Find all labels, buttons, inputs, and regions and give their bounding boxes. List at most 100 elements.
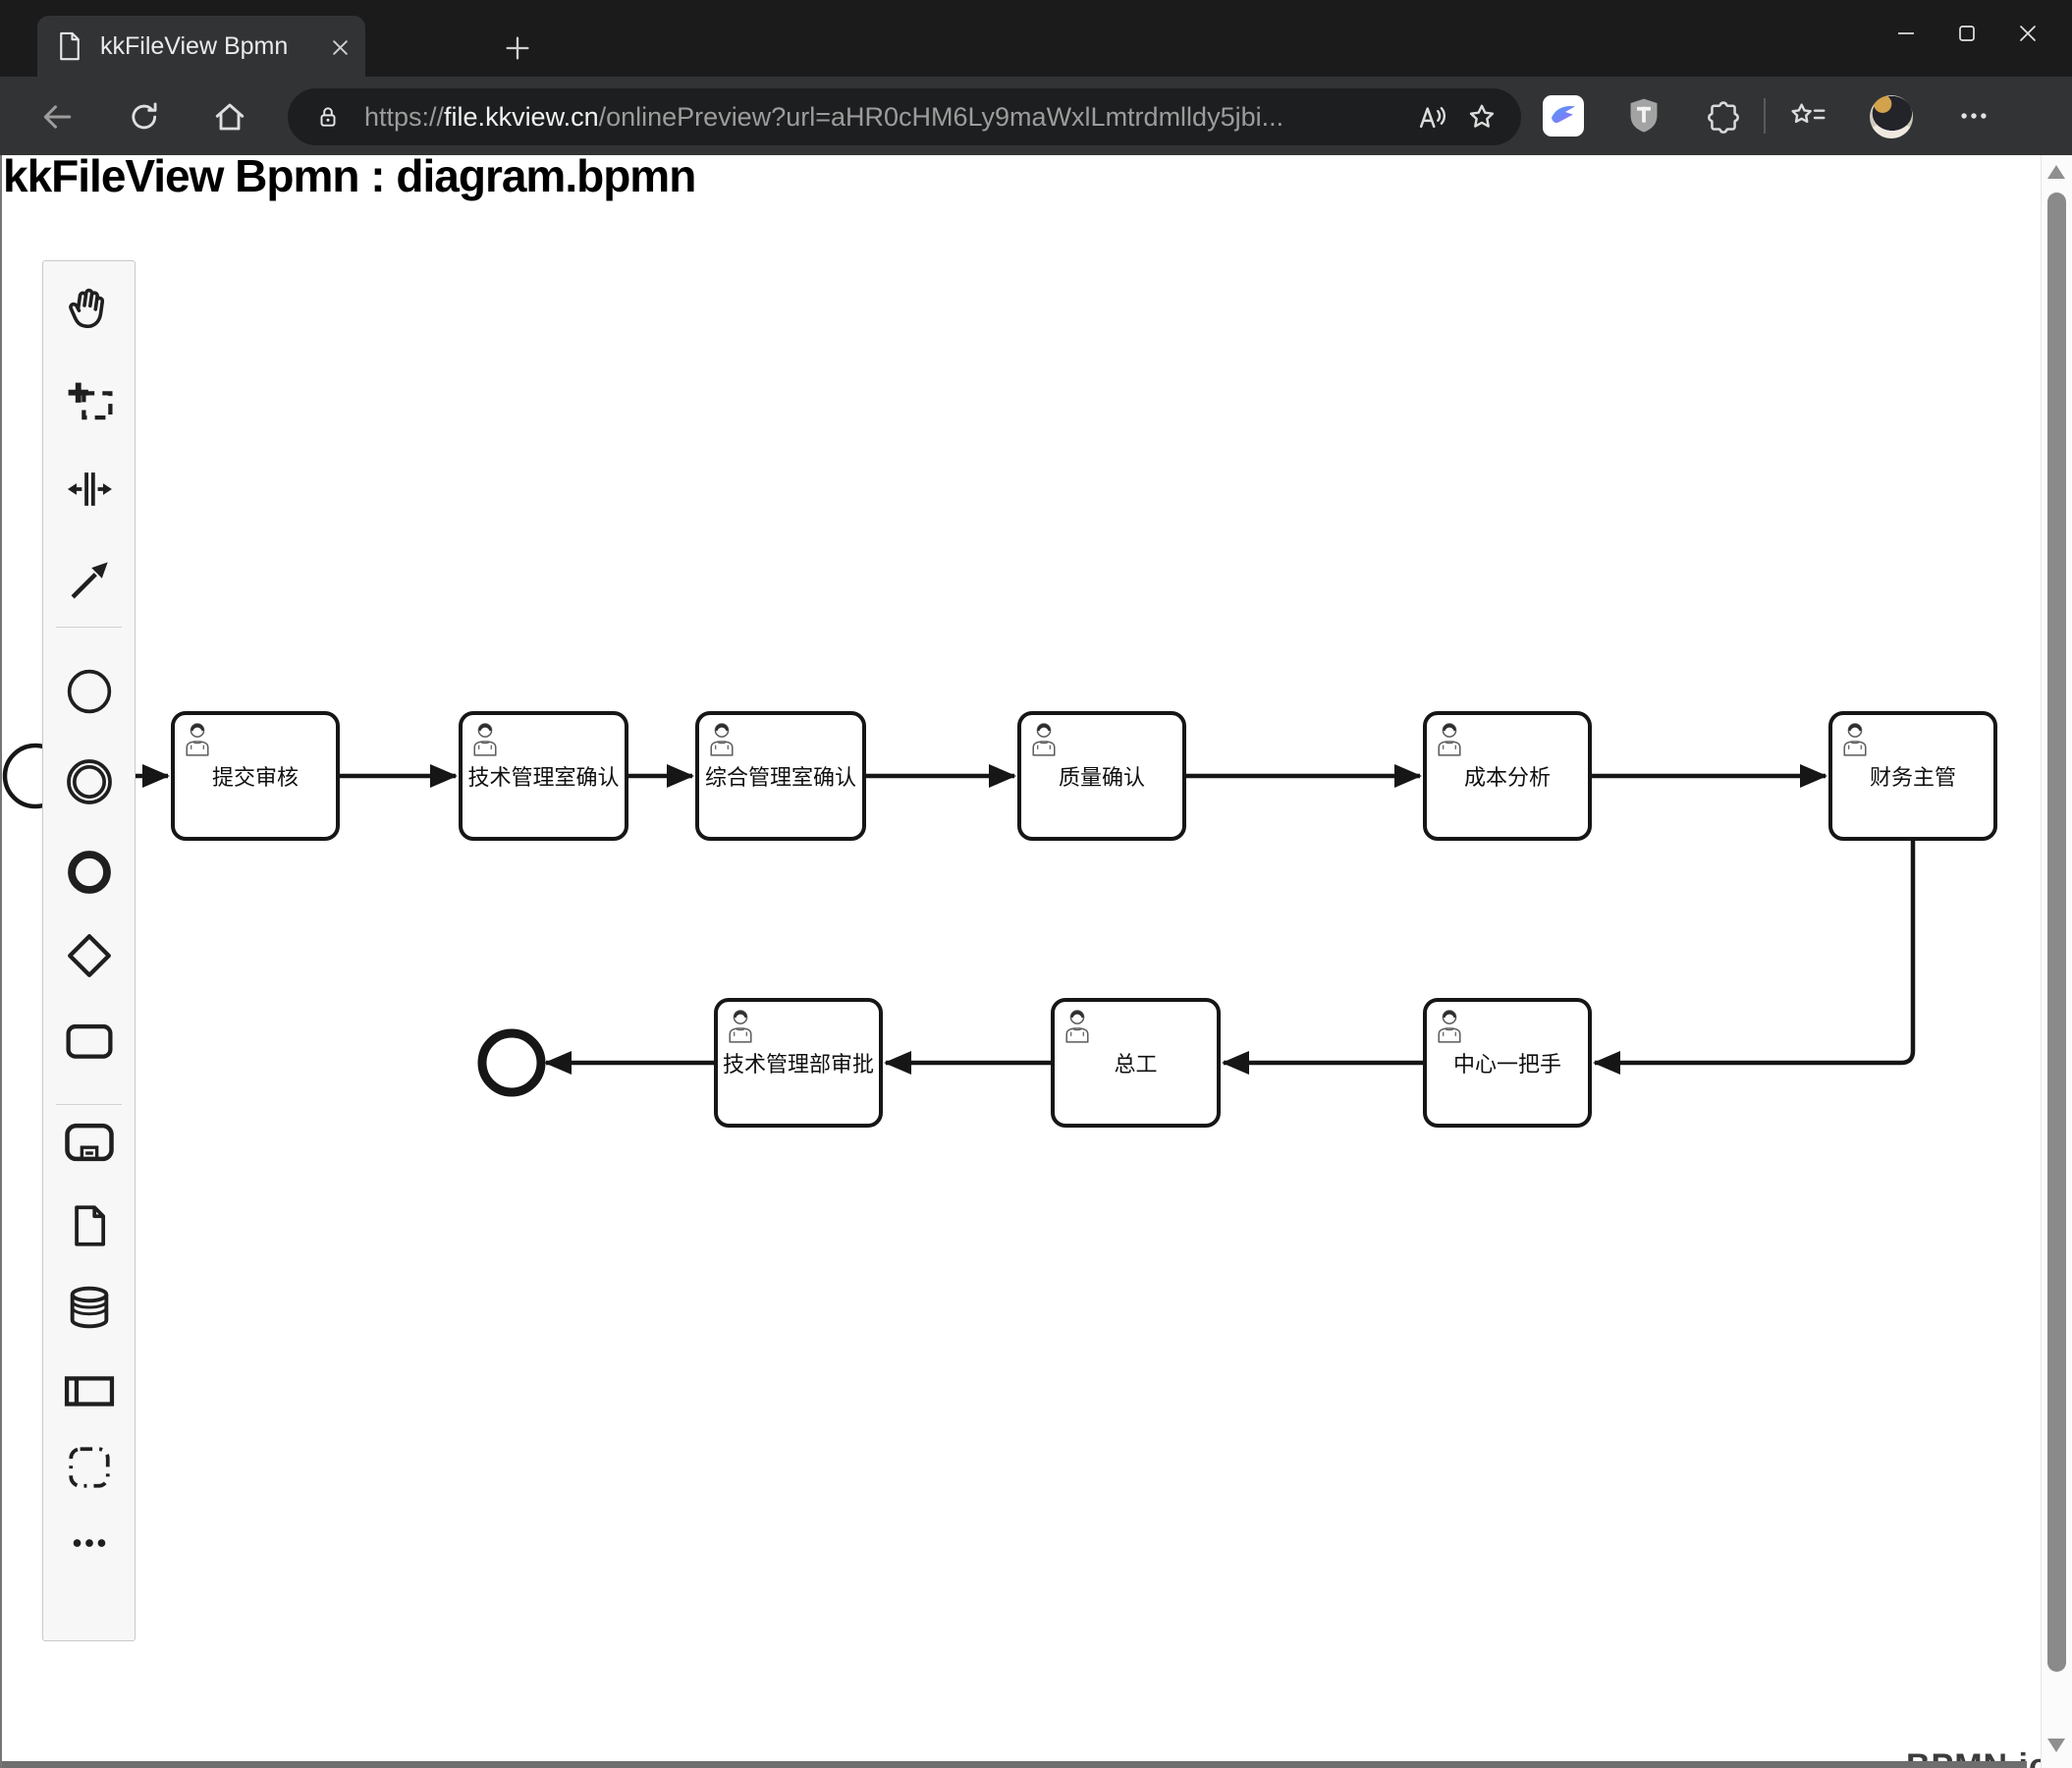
tampermonkey-extension-button[interactable]: [1622, 93, 1665, 138]
bpmn-task-8[interactable]: 总工: [1051, 998, 1221, 1128]
bpmn-task-5[interactable]: 成本分析: [1423, 711, 1592, 841]
task-label: 综合管理室确认: [704, 765, 856, 790]
lasso-tool-icon: [68, 382, 113, 420]
user-task-icon: [729, 1010, 752, 1043]
data-object-icon: [74, 1205, 105, 1246]
palette-more-options-button[interactable]: [62, 1516, 117, 1571]
shield-t-icon: [1630, 98, 1658, 133]
intermediate-event-icon: [66, 759, 112, 804]
task-icon: [65, 1023, 113, 1059]
close-tab-icon[interactable]: [328, 35, 352, 59]
space-tool-button[interactable]: [62, 462, 117, 517]
new-tab-button[interactable]: [503, 33, 532, 63]
browser-tab[interactable]: kkFileView Bpmn: [37, 16, 365, 77]
task-label: 成本分析: [1463, 765, 1551, 790]
scrollbar-thumb[interactable]: [2047, 193, 2066, 1672]
bpmn-task-2[interactable]: 技术管理室确认: [459, 711, 628, 841]
vertical-scrollbar[interactable]: [2041, 155, 2072, 1768]
create-data-store-button[interactable]: [62, 1280, 117, 1335]
bpmn-canvas: [2, 743, 1916, 1097]
star-icon: [1469, 104, 1495, 128]
task-label: 质量确认: [1058, 765, 1145, 790]
scroll-down-arrow[interactable]: [2047, 1739, 2065, 1752]
read-aloud-icon: [1419, 106, 1445, 129]
create-group-button[interactable]: [62, 1440, 117, 1495]
gateway-icon: [67, 934, 111, 977]
create-gateway-button[interactable]: [62, 928, 117, 983]
space-tool-icon: [67, 472, 112, 506]
favorites-list-button[interactable]: [1785, 93, 1828, 138]
thunder-extension-button[interactable]: [1542, 93, 1585, 138]
end-event[interactable]: [477, 1028, 546, 1097]
create-data-object-button[interactable]: [62, 1198, 117, 1253]
puzzle-icon: [1708, 101, 1739, 134]
back-button[interactable]: [35, 95, 79, 138]
user-task-icon: [473, 723, 497, 756]
horizontal-scrollbar[interactable]: [0, 1761, 2027, 1768]
create-intermediate-event-button[interactable]: [62, 754, 117, 809]
refresh-button[interactable]: [123, 95, 166, 138]
task-label: 技术管理部审批: [722, 1052, 874, 1077]
palette-separator: [56, 1104, 122, 1105]
back-arrow-icon: [43, 105, 72, 129]
extensions-button[interactable]: [1702, 93, 1745, 138]
lock-icon: [320, 107, 336, 127]
page-content: kkFileView Bpmn : diagram.bpmn 提交审核 技术管理…: [0, 155, 2072, 1768]
thunder-icon: [1543, 95, 1584, 137]
bpmn-task-7[interactable]: 中心一把手: [1423, 998, 1592, 1128]
group-icon: [68, 1447, 110, 1488]
favorites-list-icon: [1791, 103, 1826, 124]
hand-tool-icon: [68, 288, 104, 329]
profile-avatar[interactable]: [1870, 95, 1913, 138]
document-icon: [60, 31, 80, 61]
bpmn-task-9[interactable]: 技术管理部审批: [714, 998, 883, 1128]
data-store-icon: [70, 1286, 108, 1329]
scroll-up-arrow[interactable]: [2047, 165, 2065, 179]
task-label: 技术管理室确认: [467, 765, 620, 790]
minimize-button[interactable]: [1876, 8, 1936, 59]
start-event-icon: [67, 669, 111, 714]
browser-toolbar: https://file.kkview.cn/onlinePreview?url…: [0, 77, 2072, 155]
read-aloud-button[interactable]: [1409, 95, 1452, 138]
create-task-button[interactable]: [62, 1013, 117, 1068]
close-window-button[interactable]: [1997, 8, 2058, 59]
user-task-icon: [1032, 723, 1056, 756]
create-subprocess-button[interactable]: [62, 1115, 117, 1170]
favorite-button[interactable]: [1460, 95, 1503, 138]
home-icon: [215, 103, 245, 131]
url-host: file.kkview.cn: [444, 101, 599, 132]
ellipsis-icon: [73, 1539, 105, 1547]
task-label: 总工: [1114, 1052, 1158, 1077]
settings-menu-button[interactable]: [1952, 93, 1995, 138]
refresh-icon: [132, 102, 157, 130]
task-label: 财务主管: [1869, 765, 1956, 790]
subprocess-icon: [64, 1123, 114, 1162]
user-task-icon: [186, 723, 209, 756]
home-button[interactable]: [208, 95, 251, 138]
lasso-tool-button[interactable]: [62, 371, 117, 426]
create-participant-button[interactable]: [62, 1363, 117, 1418]
bpmn-task-6[interactable]: 财务主管: [1828, 711, 1997, 841]
create-start-event-button[interactable]: [62, 664, 117, 719]
window-left-edge: [0, 155, 2, 1768]
bpmn-task-3[interactable]: 综合管理室确认: [695, 711, 866, 841]
tab-title: kkFileView Bpmn: [100, 31, 289, 60]
palette-separator: [56, 627, 122, 628]
bpmn-task-4[interactable]: 质量确认: [1017, 711, 1186, 841]
url-path: /onlinePreview?url=aHR0cHM6Ly9maWxlLmtrd…: [598, 101, 1284, 132]
user-task-icon: [1438, 1010, 1461, 1043]
task-label: 提交审核: [211, 765, 299, 790]
user-task-icon: [1065, 1010, 1089, 1043]
address-bar[interactable]: https://file.kkview.cn/onlinePreview?url…: [288, 88, 1521, 145]
maximize-button[interactable]: [1936, 8, 1997, 59]
task-label: 中心一把手: [1452, 1052, 1561, 1077]
global-connect-icon: [71, 562, 108, 599]
global-connect-tool-button[interactable]: [62, 553, 117, 608]
ellipsis-icon: [1961, 113, 1987, 119]
toolbar-divider: [1764, 98, 1766, 134]
end-event-icon: [67, 851, 111, 894]
create-end-event-button[interactable]: [62, 845, 117, 900]
flow-t6-t7[interactable]: [1593, 841, 1916, 1075]
bpmn-task-1[interactable]: 提交审核: [171, 711, 340, 841]
hand-tool-button[interactable]: [62, 281, 117, 336]
